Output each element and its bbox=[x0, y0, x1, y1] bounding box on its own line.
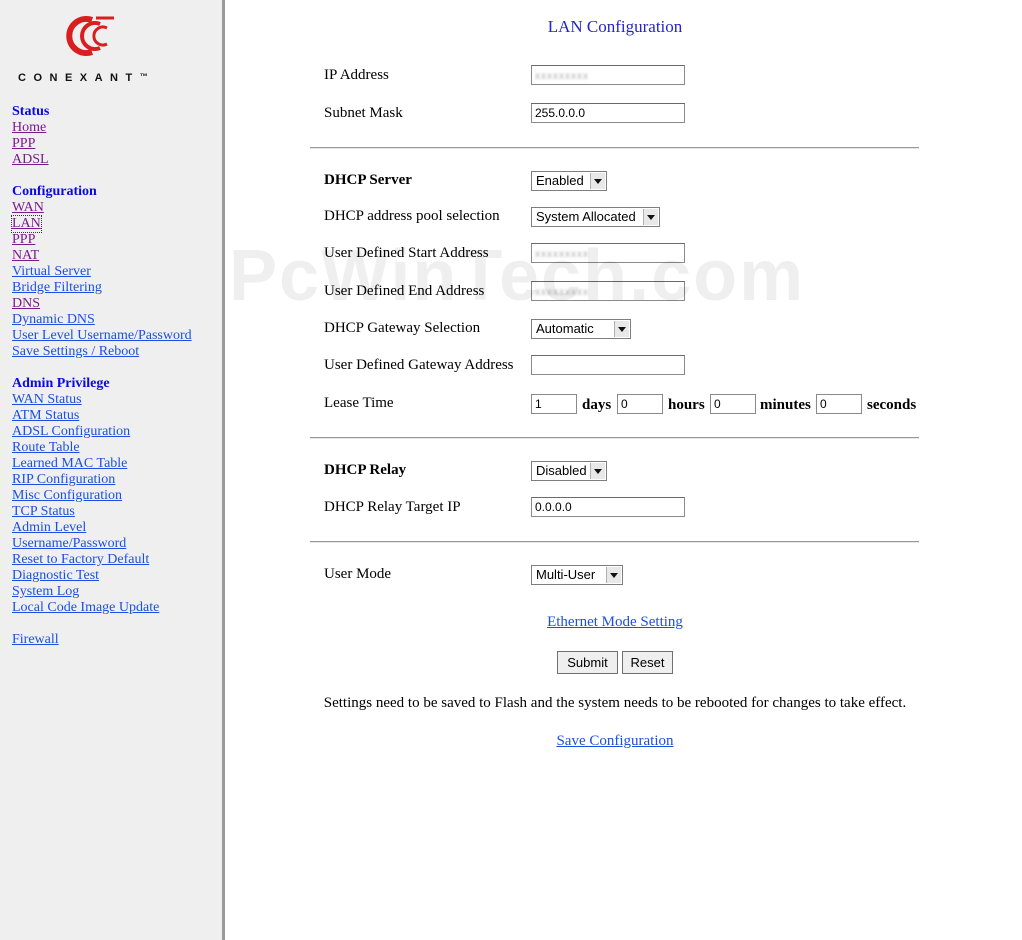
nav-link-nat[interactable]: NAT bbox=[12, 248, 217, 264]
sidebar: CONEXANT™ Status Home PPP ADSL Configura… bbox=[0, 0, 225, 940]
nav-link-dns[interactable]: DNS bbox=[12, 296, 217, 312]
nav-link-status-ppp[interactable]: PPP bbox=[12, 136, 217, 152]
nav-link-reset-factory-default[interactable]: Reset to Factory Default bbox=[12, 552, 217, 568]
lease-minutes-input[interactable]: 0 bbox=[710, 394, 756, 414]
nav-link-route-table[interactable]: Route Table bbox=[12, 440, 217, 456]
nav-link-local-code-image-update[interactable]: Local Code Image Update bbox=[12, 600, 217, 616]
lease-minutes-unit: minutes bbox=[760, 397, 811, 413]
nav-config-section: Configuration WAN LAN PPP NAT Virtual Se… bbox=[11, 184, 217, 360]
dhcp-relay-label: DHCP Relay bbox=[324, 462, 407, 478]
save-config-row: Save Configuration bbox=[225, 733, 1005, 750]
redacted-start-value: xxxxxxxxx bbox=[535, 249, 589, 260]
nav-link-rip-configuration[interactable]: RIP Configuration bbox=[12, 472, 217, 488]
nav-firewall-section: Firewall bbox=[12, 632, 217, 648]
chevron-down-icon bbox=[643, 209, 658, 225]
nav-link-firewall[interactable]: Firewall bbox=[12, 632, 217, 648]
nav-link-atm-status[interactable]: ATM Status bbox=[12, 408, 217, 424]
page-title: LAN Configuration bbox=[547, 17, 683, 36]
start-address-input[interactable]: xxxxxxxxx bbox=[531, 243, 685, 263]
dhcp-relay-select[interactable]: Disabled bbox=[531, 461, 607, 481]
end-address-label: User Defined End Address bbox=[324, 283, 485, 299]
lease-days-unit: days bbox=[582, 397, 612, 413]
nav-link-adsl-configuration[interactable]: ADSL Configuration bbox=[12, 424, 217, 440]
nav-heading-admin-privilege: Admin Privilege bbox=[12, 376, 110, 391]
conexant-logo: CONEXANT™ bbox=[14, 14, 214, 94]
redacted-ip-value: xxxxxxxxx bbox=[535, 71, 589, 82]
nav-link-admin-level[interactable]: Admin Level bbox=[12, 520, 217, 536]
nav-link-diagnostic-test[interactable]: Diagnostic Test bbox=[12, 568, 217, 584]
relay-target-input[interactable]: 0.0.0.0 bbox=[531, 497, 685, 517]
nav-link-adsl[interactable]: ADSL bbox=[12, 152, 217, 168]
nav-status-section: Status Home PPP ADSL bbox=[12, 104, 217, 168]
logo-text: CONEXANT™ bbox=[18, 72, 148, 84]
chevron-down-icon bbox=[614, 321, 629, 337]
relay-target-label: DHCP Relay Target IP bbox=[324, 499, 461, 515]
nav-link-lan[interactable]: LAN bbox=[11, 215, 42, 233]
divider-1 bbox=[310, 147, 919, 149]
nav-link-wan[interactable]: WAN bbox=[12, 200, 217, 216]
save-note: Settings need to be saved to Flash and t… bbox=[323, 695, 907, 711]
user-mode-label: User Mode bbox=[324, 566, 392, 582]
end-address-input[interactable]: xxxxxxxxx bbox=[531, 281, 685, 301]
subnet-mask-label: Subnet Mask bbox=[324, 105, 403, 121]
gateway-selection-label: DHCP Gateway Selection bbox=[324, 320, 481, 336]
pool-selection-label: DHCP address pool selection bbox=[324, 208, 500, 224]
gateway-selection-select[interactable]: Automatic bbox=[531, 319, 631, 339]
redacted-end-value: xxxxxxxxx bbox=[535, 287, 589, 298]
nav-link-save-settings-reboot[interactable]: Save Settings / Reboot bbox=[12, 344, 217, 360]
ethernet-mode-row: Ethernet Mode Setting bbox=[225, 614, 1005, 631]
lease-days-input[interactable]: 1 bbox=[531, 394, 577, 414]
chevron-down-icon bbox=[590, 463, 605, 479]
nav-link-config-ppp[interactable]: PPP bbox=[12, 232, 217, 248]
nav-heading-status: Status bbox=[12, 104, 50, 119]
nav-link-wan-status[interactable]: WAN Status bbox=[12, 392, 217, 408]
nav-admin-section: Admin Privilege WAN Status ATM Status AD… bbox=[12, 376, 217, 616]
pool-selection-select[interactable]: System Allocated bbox=[531, 207, 660, 227]
nav-link-username-password[interactable]: Username/Password bbox=[12, 536, 217, 552]
nav-link-tcp-status[interactable]: TCP Status bbox=[12, 504, 217, 520]
chevron-down-icon bbox=[590, 173, 605, 189]
nav-link-virtual-server[interactable]: Virtual Server bbox=[12, 264, 217, 280]
divider-3 bbox=[310, 541, 919, 543]
gateway-address-input[interactable] bbox=[531, 355, 685, 375]
nav-link-system-log[interactable]: System Log bbox=[12, 584, 217, 600]
ethernet-mode-link[interactable]: Ethernet Mode Setting bbox=[547, 614, 683, 630]
lease-seconds-unit: seconds bbox=[867, 397, 917, 413]
save-configuration-link[interactable]: Save Configuration bbox=[556, 733, 673, 749]
divider-2 bbox=[310, 437, 919, 439]
nav-link-user-level-password[interactable]: User Level Username/Password bbox=[12, 328, 217, 344]
user-mode-select[interactable]: Multi-User bbox=[531, 565, 623, 585]
dhcp-server-select[interactable]: Enabled bbox=[531, 171, 607, 191]
nav-link-dynamic-dns[interactable]: Dynamic DNS bbox=[12, 312, 217, 328]
submit-button[interactable]: Submit bbox=[557, 651, 618, 674]
nav-link-bridge-filtering[interactable]: Bridge Filtering bbox=[12, 280, 217, 296]
dhcp-server-label: DHCP Server bbox=[324, 172, 412, 188]
lease-hours-unit: hours bbox=[668, 397, 705, 413]
nav-link-home[interactable]: Home bbox=[12, 120, 217, 136]
conexant-logo-icon bbox=[66, 16, 114, 56]
nav-heading-configuration: Configuration bbox=[12, 184, 97, 199]
lease-time-label: Lease Time bbox=[324, 395, 394, 411]
subnet-mask-input[interactable]: 255.0.0.0 bbox=[531, 103, 685, 123]
lease-seconds-input[interactable]: 0 bbox=[816, 394, 862, 414]
main-content: LAN Configuration IP Address xxxxxxxxx S… bbox=[225, 0, 1022, 940]
chevron-down-icon bbox=[606, 567, 621, 583]
nav-link-learned-mac-table[interactable]: Learned MAC Table bbox=[12, 456, 217, 472]
reset-button[interactable]: Reset bbox=[622, 651, 673, 674]
lease-hours-input[interactable]: 0 bbox=[617, 394, 663, 414]
ip-address-label: IP Address bbox=[324, 67, 389, 83]
gateway-address-label: User Defined Gateway Address bbox=[324, 357, 514, 373]
nav-link-misc-configuration[interactable]: Misc Configuration bbox=[12, 488, 217, 504]
start-address-label: User Defined Start Address bbox=[324, 245, 489, 261]
ip-address-input[interactable]: xxxxxxxxx bbox=[531, 65, 685, 85]
